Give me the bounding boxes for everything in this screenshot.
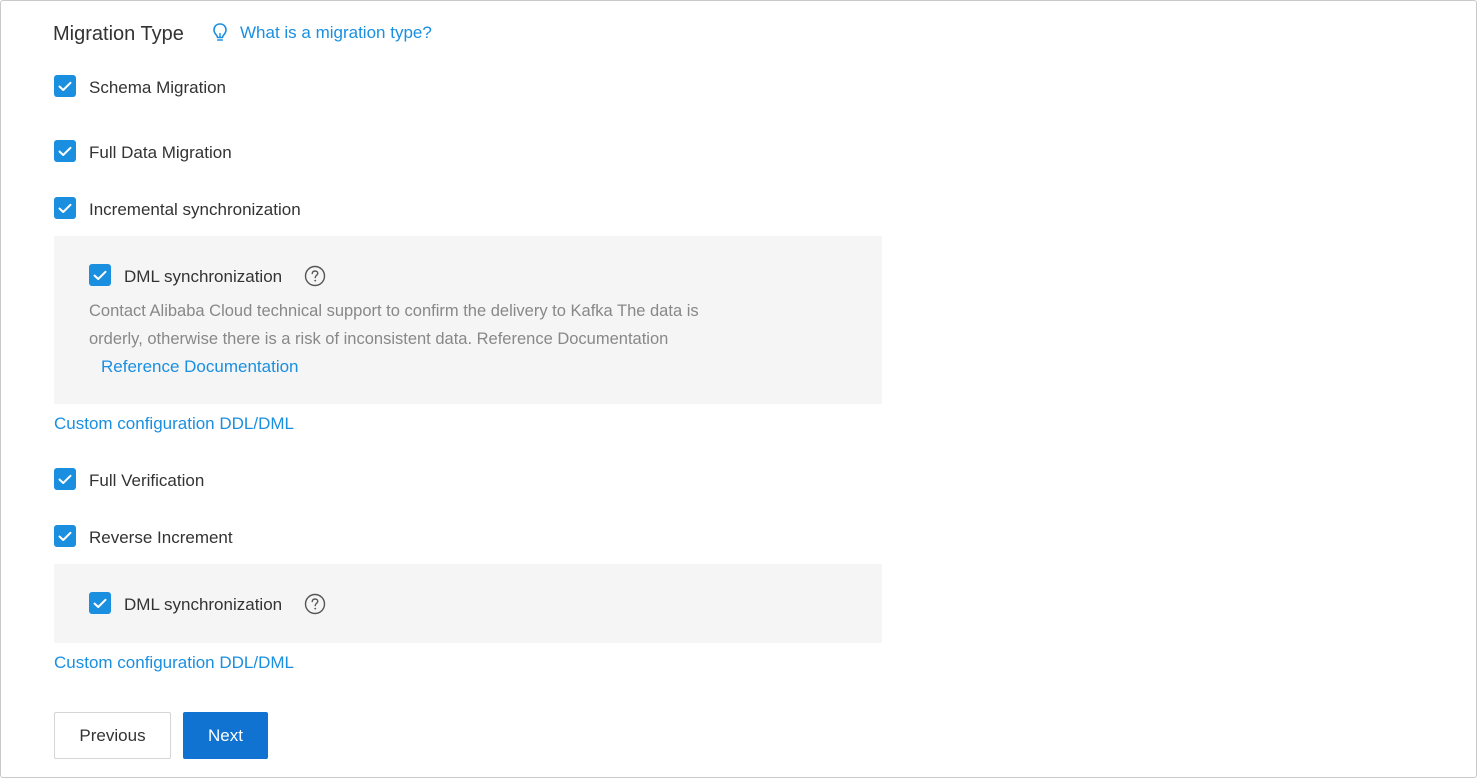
check-icon [58, 531, 72, 541]
what-is-migration-type-link[interactable]: What is a migration type? [240, 22, 432, 44]
question-circle-icon[interactable] [304, 593, 326, 615]
full-data-migration-label[interactable]: Full Data Migration [89, 142, 232, 164]
check-icon [58, 81, 72, 91]
reverse-dml-sync-label[interactable]: DML synchronization [124, 594, 282, 616]
next-button[interactable]: Next [183, 712, 268, 759]
kafka-ordering-note-line1: Contact Alibaba Cloud technical support … [89, 302, 699, 320]
kafka-ordering-note-line2: orderly, otherwise there is a risk of in… [89, 330, 669, 348]
check-icon [58, 203, 72, 213]
lightbulb-icon [211, 22, 229, 44]
incremental-dml-sync-checkbox[interactable] [89, 264, 111, 286]
full-verification-checkbox[interactable] [54, 468, 76, 490]
schema-migration-label[interactable]: Schema Migration [89, 77, 226, 99]
full-verification-label[interactable]: Full Verification [89, 470, 204, 492]
incremental-dml-sync-label[interactable]: DML synchronization [124, 266, 282, 288]
reverse-increment-options-panel: DML synchronization [54, 564, 882, 643]
check-icon [58, 474, 72, 484]
schema-migration-checkbox[interactable] [54, 75, 76, 97]
incremental-sync-label[interactable]: Incremental synchronization [89, 199, 301, 221]
reverse-increment-label[interactable]: Reverse Increment [89, 527, 233, 549]
incremental-custom-config-link[interactable]: Custom configuration DDL/DML [54, 413, 294, 435]
reverse-increment-checkbox[interactable] [54, 525, 76, 547]
reference-documentation-link[interactable]: Reference Documentation [101, 356, 299, 378]
question-circle-icon[interactable] [304, 265, 326, 287]
section-title: Migration Type [53, 23, 184, 45]
check-icon [58, 146, 72, 156]
check-icon [93, 598, 107, 608]
check-icon [93, 270, 107, 280]
migration-type-panel: Migration Type What is a migration type?… [0, 0, 1477, 778]
reverse-dml-sync-checkbox[interactable] [89, 592, 111, 614]
incremental-sync-checkbox[interactable] [54, 197, 76, 219]
reverse-custom-config-link[interactable]: Custom configuration DDL/DML [54, 652, 294, 674]
full-data-migration-checkbox[interactable] [54, 140, 76, 162]
previous-button[interactable]: Previous [54, 712, 171, 759]
incremental-sync-options-panel: DML synchronization Contact Alibaba Clou… [54, 236, 882, 404]
